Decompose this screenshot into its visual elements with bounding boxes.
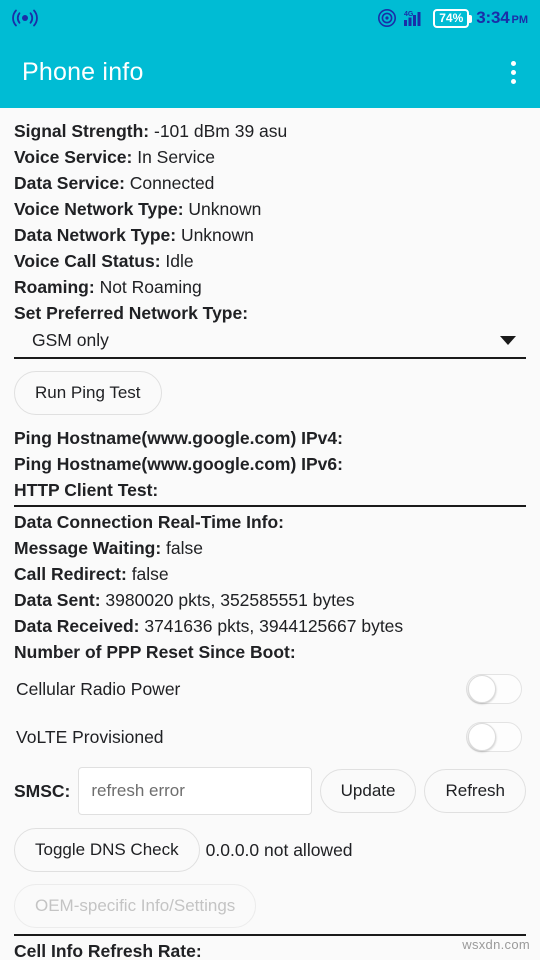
smsc-label: SMSC: (14, 780, 71, 801)
smsc-refresh-button[interactable]: Refresh (424, 769, 526, 813)
divider (14, 934, 526, 936)
oem-row: OEM-specific Info/Settings (14, 884, 526, 928)
realtime-info-heading: Data Connection Real-Time Info: (14, 512, 284, 532)
info-row: Voice Service: In Service (14, 144, 526, 170)
info-label: Data Network Type: (14, 225, 181, 245)
info-row: Data Service: Connected (14, 170, 526, 196)
status-bar-right: 4G 74% 3:34 PM (377, 8, 528, 28)
info-row: Data Received: 3741636 pkts, 3944125667 … (14, 613, 526, 639)
ping-ipv6-label: Ping Hostname(www.google.com) IPv6: (14, 454, 343, 474)
info-label: Voice Call Status: (14, 251, 166, 271)
info-row: Call Redirect: false (14, 561, 526, 587)
dot (511, 69, 516, 75)
info-value: false (131, 564, 169, 584)
info-row: Voice Call Status: Idle (14, 248, 526, 274)
toggle-knob (468, 723, 496, 751)
status-bar: 4G 74% 3:34 PM (0, 0, 540, 36)
info-value: -101 dBm 39 asu (154, 121, 288, 141)
info-value: Unknown (180, 225, 254, 245)
info-label: Voice Service: (14, 147, 138, 167)
info-row: Signal Strength: -101 dBm 39 asu (14, 118, 526, 144)
run-ping-test-row: Run Ping Test (14, 371, 526, 415)
battery-indicator: 74% (433, 8, 473, 28)
smsc-row: SMSC: Update Refresh (14, 767, 526, 815)
status-bar-left (12, 8, 38, 28)
info-row: Data Sent: 3980020 pkts, 352585551 bytes (14, 587, 526, 613)
info-row: Data Network Type: Unknown (14, 222, 526, 248)
svg-text:4G: 4G (404, 11, 414, 18)
info-label: Roaming: (14, 277, 100, 297)
smsc-update-button[interactable]: Update (319, 769, 417, 813)
chevron-down-icon (500, 336, 516, 345)
cellular-radio-power-toggle[interactable] (466, 674, 522, 704)
ppp-reset-label: Number of PPP Reset Since Boot: (14, 642, 296, 662)
info-value: false (166, 538, 203, 558)
info-label: Data Service: (14, 173, 130, 193)
dns-status-text: 0.0.0.0 not allowed (205, 839, 353, 860)
preferred-network-spinner[interactable]: GSM only (14, 328, 526, 359)
oem-specific-info-settings-button[interactable]: OEM-specific Info/Settings (14, 884, 257, 928)
info-label: Call Redirect: (14, 564, 132, 584)
info-row: Voice Network Type: Unknown (14, 196, 526, 222)
status-bar-ampm: PM (511, 14, 529, 26)
4g-signal-icon: 4G (404, 11, 421, 26)
volte-provisioned-row: VoLTE Provisioned (14, 713, 526, 761)
info-row: Message Waiting: false (14, 535, 526, 561)
info-label: Voice Network Type: (14, 199, 189, 219)
toggle-knob (468, 675, 496, 703)
dns-row: Toggle DNS Check 0.0.0.0 not allowed (14, 828, 526, 872)
info-row: Roaming: Not Roaming (14, 274, 526, 300)
cell-info-refresh-rate-heading: Cell Info Refresh Rate: (14, 941, 202, 960)
info-value: Idle (165, 251, 194, 271)
nfc-icon (378, 9, 397, 27)
info-value: In Service (137, 147, 216, 167)
info-label: Message Waiting: (14, 538, 167, 558)
cellular-radio-power-label: Cellular Radio Power (16, 678, 181, 699)
dot (511, 78, 516, 84)
preferred-network-heading: Set Preferred Network Type: (14, 303, 249, 323)
info-value: Not Roaming (99, 277, 202, 297)
hotspot-icon (12, 9, 38, 27)
preferred-network-value: GSM only (32, 330, 109, 350)
info-label: Data Received: (14, 616, 145, 636)
status-bar-clock: 3:34 (476, 8, 510, 27)
run-ping-test-button[interactable]: Run Ping Test (14, 371, 162, 415)
app-bar: Phone info (0, 36, 540, 108)
cellular-radio-power-row: Cellular Radio Power (14, 665, 526, 713)
info-label: Signal Strength: (14, 121, 154, 141)
smsc-input[interactable] (78, 767, 312, 815)
page-title: Phone info (22, 57, 144, 86)
ping-ipv4-label: Ping Hostname(www.google.com) IPv4: (14, 428, 343, 448)
phone-info-content: Signal Strength: -101 dBm 39 asu Voice S… (0, 108, 540, 960)
divider (14, 505, 526, 507)
more-vertical-icon[interactable] (505, 53, 522, 92)
info-value: 3980020 pkts, 352585551 bytes (105, 590, 355, 610)
info-value: 3741636 pkts, 3944125667 bytes (144, 616, 404, 636)
dot (511, 60, 516, 66)
info-value: Unknown (188, 199, 262, 219)
toggle-dns-check-button[interactable]: Toggle DNS Check (14, 828, 200, 872)
info-label: Data Sent: (14, 590, 106, 610)
volte-provisioned-toggle[interactable] (466, 722, 522, 752)
info-value: Connected (129, 173, 215, 193)
http-client-test-label: HTTP Client Test: (14, 480, 159, 500)
volte-provisioned-label: VoLTE Provisioned (16, 726, 164, 747)
